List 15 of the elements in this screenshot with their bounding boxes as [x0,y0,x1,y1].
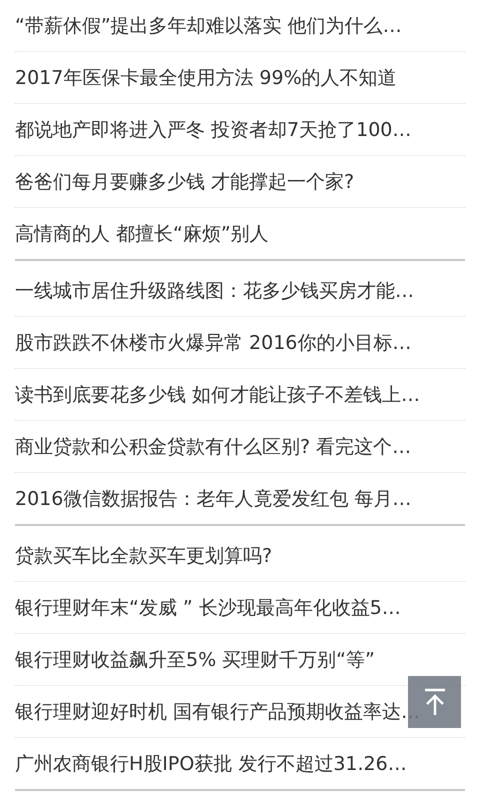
back-to-top-icon [422,688,446,716]
headline-link[interactable]: 股市跌跌不休楼市火爆异常 2016你的小目标… [15,330,412,354]
headline-link[interactable]: 一线城市居住升级路线图：花多少钱买房才能… [15,278,414,302]
headline-link[interactable]: 商业贷款和公积金贷款有什么区别? 看完这个… [15,434,412,458]
headline-link[interactable]: 爸爸们每月要赚多少钱 才能撑起一个家? [15,170,354,194]
headline-link[interactable]: 2017年医保卡最全使用方法 99%的人不知道 [15,66,397,90]
headline-link[interactable]: 高情商的人 都擅长“麻烦”别人 [15,222,269,246]
headline-link[interactable]: 贷款买车比全款买车更划算吗? [15,544,272,568]
headline-link[interactable]: 广州农商银行H股IPO获批 发行不超过31.26… [15,752,407,776]
headline-link[interactable]: 读书到底要花多少钱 如何才能让孩子不差钱上… [15,382,420,406]
headline-link[interactable]: 银行理财年末“发威 ” 长沙现最高年化收益5… [15,596,401,620]
headline-link[interactable]: 都说地产即将进入严冬 投资者却7天抢了100… [15,118,412,142]
headline-link[interactable]: 2016微信数据报告：老年人竟爱发红包 每月… [15,486,412,510]
headline-link[interactable]: 银行理财收益飙升至5% 买理财千万别“等” [15,648,375,672]
headline-link[interactable]: “带薪休假”提出多年却难以落实 他们为什么… [15,14,402,38]
